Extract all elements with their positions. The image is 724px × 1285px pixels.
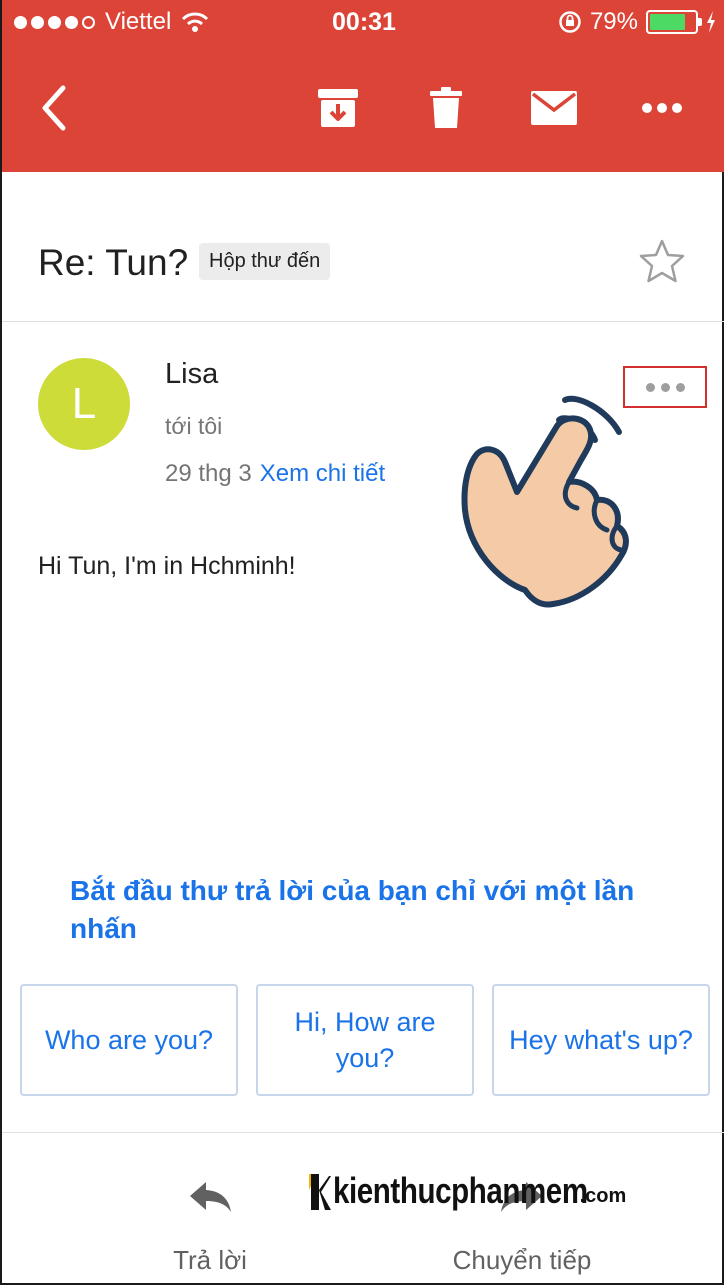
smart-reply-options: Who are you? Hi, How are you? Hey what's… <box>20 984 710 1096</box>
more-dots-icon <box>645 382 655 392</box>
rotation-lock-icon <box>559 11 581 33</box>
recipient-text: tới tôi <box>165 413 223 439</box>
reply-label: Trả lời <box>173 1245 247 1275</box>
battery-percent: 79% <box>589 8 638 35</box>
subject-row: Re: Tun? Hộp thư đến <box>2 172 724 322</box>
sender-name: Lisa <box>165 358 219 390</box>
email-date: 29 thg 3 <box>165 460 252 487</box>
archive-button[interactable] <box>310 80 366 136</box>
back-button[interactable] <box>26 80 82 136</box>
reply-button[interactable]: Trả lời <box>150 1173 270 1276</box>
battery-icon <box>646 10 702 34</box>
more-options-button[interactable] <box>634 80 690 136</box>
smart-reply-prompt: Bắt đầu thư trả lời của bạn chỉ với một … <box>70 875 635 944</box>
email-subject: Re: Tun? <box>38 242 189 283</box>
pointing-hand-icon <box>461 395 629 608</box>
date-row: 29 thg 3 Xem chi tiết <box>165 460 385 488</box>
more-horizontal-icon <box>642 103 682 113</box>
watermark-brand-icon <box>309 1174 331 1210</box>
smart-reply-option[interactable]: Hi, How are you? <box>256 984 474 1096</box>
watermark-logo: kienthucphanmem .com <box>307 1170 626 1212</box>
reply-icon <box>190 1182 231 1212</box>
forward-label: Chuyển tiếp <box>452 1245 592 1275</box>
view-details-link[interactable]: Xem chi tiết <box>260 460 385 487</box>
back-arrow-icon <box>42 85 66 131</box>
status-bar: Viettel 00:31 79% <box>2 0 724 46</box>
star-button[interactable] <box>638 238 686 289</box>
trash-icon <box>430 87 462 128</box>
envelope-icon <box>531 91 577 125</box>
archive-icon <box>318 89 358 127</box>
toolbar <box>2 62 724 154</box>
watermark-text: kienthucphanmem <box>333 1170 588 1211</box>
mark-unread-button[interactable] <box>526 80 582 136</box>
star-icon <box>639 239 685 283</box>
delete-button[interactable] <box>418 80 474 136</box>
battery-area: 79% <box>558 8 716 36</box>
inbox-label[interactable]: Hộp thư đến <box>199 243 331 280</box>
charging-icon <box>707 11 715 33</box>
avatar[interactable]: L <box>38 358 130 450</box>
screen: Viettel 00:31 79% Re: Tun? Hộp thư đến L… <box>0 0 724 1285</box>
email-body: Hi Tun, I'm in Hchminh! <box>38 552 296 580</box>
app-header: Viettel 00:31 79% <box>2 0 724 172</box>
smart-reply-option[interactable]: Hey what's up? <box>492 984 710 1096</box>
smart-reply-option[interactable]: Who are you? <box>20 984 238 1096</box>
